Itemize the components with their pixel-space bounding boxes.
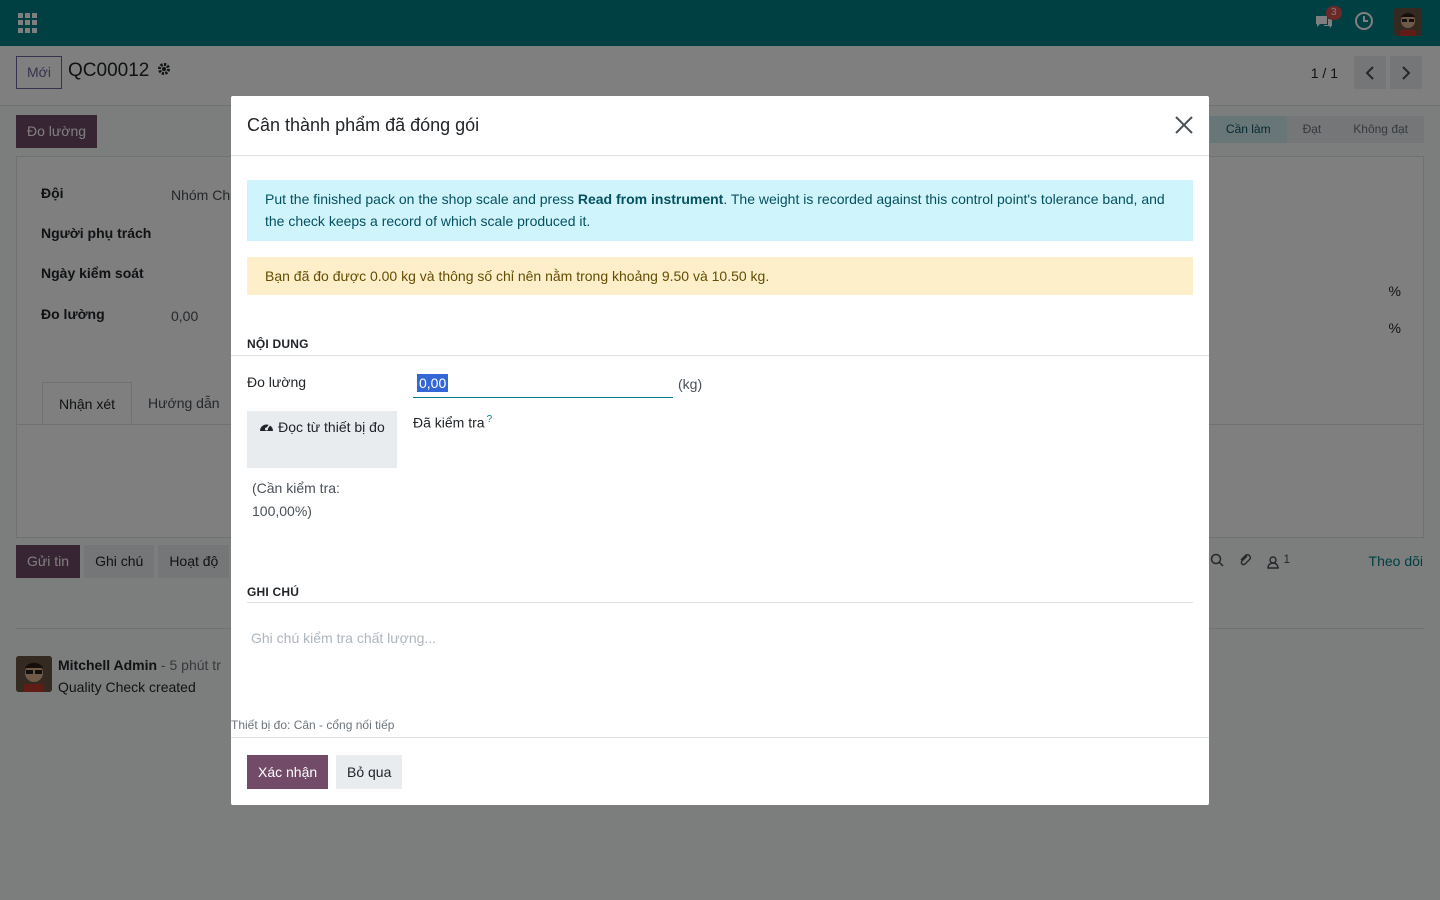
skip-button[interactable]: Bỏ qua: [336, 755, 403, 789]
dialog-header: Cân thành phẩm đã đóng gói: [231, 96, 1209, 156]
section-notes-title: GHI CHÚ: [247, 585, 300, 599]
tolerance-warning: Bạn đã đo được 0.00 kg và thông số chỉ n…: [247, 257, 1193, 295]
info-alert: Put the finished pack on the shop scale …: [247, 180, 1193, 241]
measure-input-value[interactable]: 0,00: [417, 374, 449, 392]
help-tooltip-icon[interactable]: ?: [487, 414, 493, 425]
to-check-percentage: (Cần kiểm tra: 100,00%): [252, 480, 340, 519]
read-from-instrument-button[interactable]: Đọc từ thiết bị đo: [247, 411, 397, 468]
quality-check-dialog: Cân thành phẩm đã đóng gói Put the finis…: [231, 96, 1209, 805]
info-text-prefix: Put the finished pack on the shop scale …: [265, 191, 578, 207]
close-icon: [1175, 116, 1193, 134]
unit-label: (kg): [678, 376, 703, 392]
dialog-footer: Xác nhận Bỏ qua: [231, 737, 1209, 805]
checked-label: Đã kiểm tra: [413, 414, 485, 431]
checked-field: Đã kiểm tra?: [413, 414, 492, 431]
section-content-divider: [231, 355, 1209, 356]
read-button-label: Đọc từ thiết bị đo: [278, 419, 385, 435]
info-text-bold: Read from instrument: [577, 191, 724, 207]
section-content-title: NỘI DUNG: [247, 337, 309, 351]
dialog-title: Cân thành phẩm đã đóng gói: [247, 115, 480, 135]
tachometer-icon: [259, 419, 278, 435]
measure-input[interactable]: 0,00: [413, 369, 673, 398]
close-button[interactable]: [1173, 114, 1195, 136]
measure-field-label: Đo lường: [247, 374, 307, 390]
section-notes-divider: [247, 602, 1193, 603]
notes-input[interactable]: Ghi chú kiểm tra chất lượng...: [251, 630, 436, 646]
measuring-device: Thiết bị đo: Cân - cổng nối tiếp: [231, 718, 395, 732]
confirm-button[interactable]: Xác nhận: [247, 755, 329, 789]
